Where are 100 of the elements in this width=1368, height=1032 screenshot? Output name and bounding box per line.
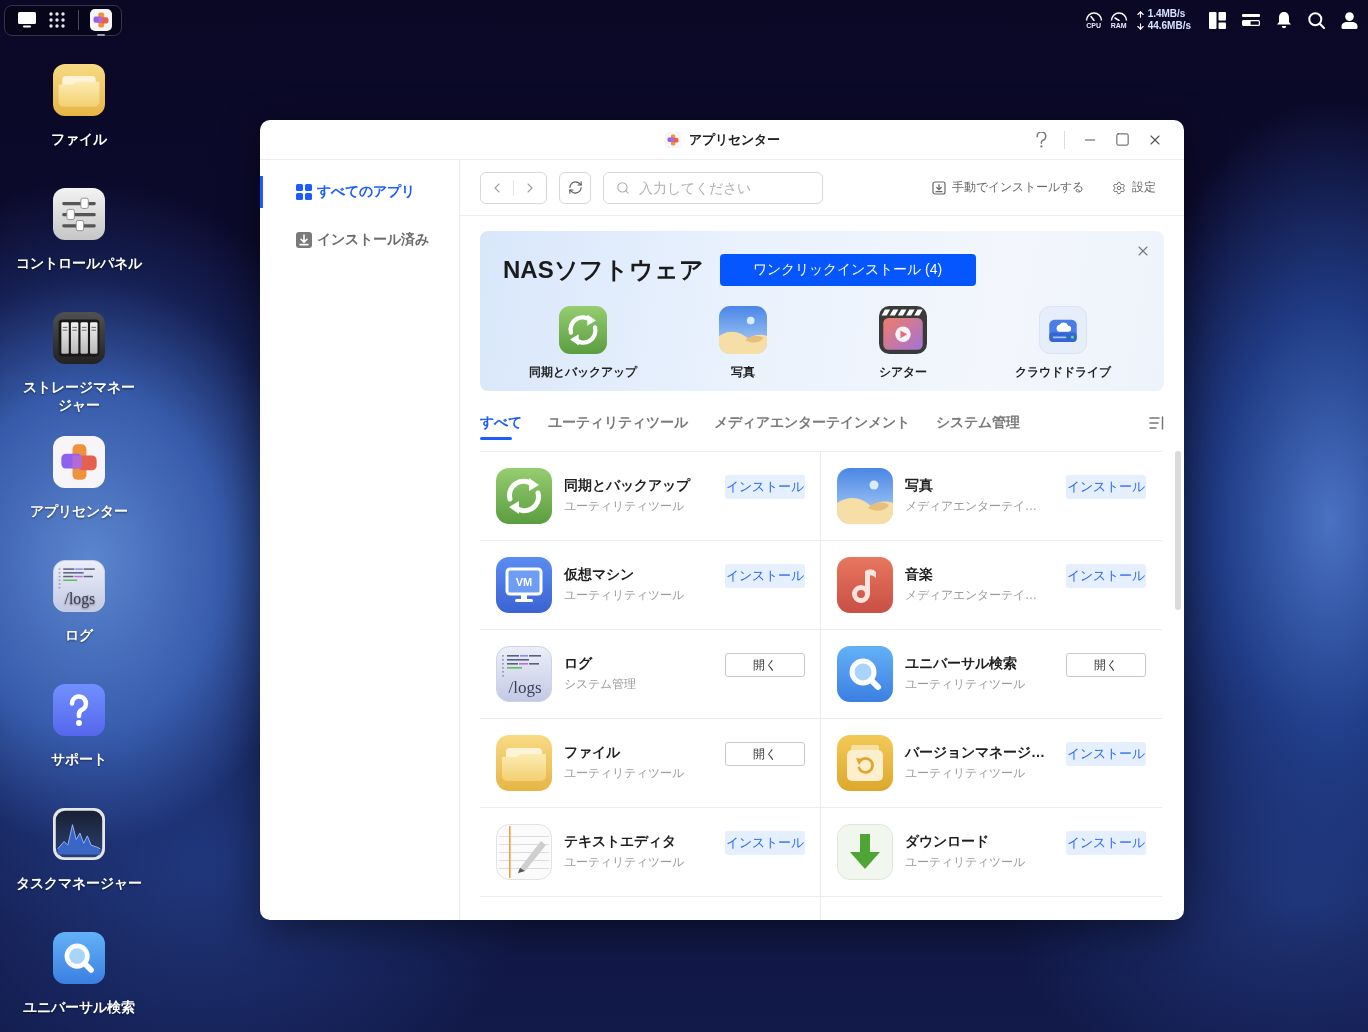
settings-button[interactable]: 設定 (1112, 179, 1156, 196)
drive-bays-icon (53, 312, 105, 364)
app-name: 同期とバックアップ (564, 476, 692, 495)
app-name: 仮想マシン (564, 565, 635, 584)
icon-text: VM (515, 576, 533, 588)
download-speed: 44.6MB/s (1147, 20, 1191, 32)
folder-icon (496, 735, 552, 791)
install-button[interactable]: インストール (1066, 475, 1146, 499)
app-category: ユーティリティツール (905, 765, 1026, 782)
upload-speed: 1.4MB/s (1147, 8, 1186, 20)
grid-icon (296, 184, 312, 200)
gauge-icon (1109, 10, 1128, 21)
sidebar-item[interactable]: すべてのアプリ (260, 176, 459, 208)
app-category: メディアエンターテイ… (905, 498, 1038, 515)
scrollbar[interactable] (1175, 451, 1181, 610)
app-category: ユーティリティツール (905, 676, 1026, 693)
desktop-shortcut[interactable]: /logs ログ (13, 560, 145, 644)
search-field[interactable]: 入力してください (603, 171, 823, 204)
category-tab[interactable]: ユーティリティツール (548, 391, 688, 440)
app-category: ユーティリティツール (564, 498, 685, 515)
activity-chart-icon (53, 808, 105, 860)
icon-text: /logs (64, 589, 96, 607)
featured-app[interactable]: 同期とバックアップ (503, 306, 663, 381)
widgets-icon[interactable] (1242, 13, 1260, 27)
settings-icon (1112, 180, 1126, 195)
user-icon[interactable] (1341, 11, 1358, 29)
download-tray-icon (296, 232, 312, 248)
color-blocks-icon[interactable] (90, 8, 112, 31)
clapperboard-icon (879, 306, 927, 354)
folder-icon (53, 64, 105, 116)
featured-app[interactable]: 写真 (663, 306, 823, 381)
search-icon[interactable] (1308, 11, 1325, 29)
notepad-pencil-icon (496, 824, 552, 880)
sidebar-item[interactable]: インストール済み (260, 224, 459, 256)
category-tab[interactable]: メディアエンターテインメント (714, 391, 910, 440)
install-button[interactable]: インストール (725, 831, 805, 855)
window-title: アプリセンター (688, 130, 780, 149)
featured-app[interactable]: シアター (823, 306, 983, 381)
color-blocks-icon (53, 436, 105, 488)
help-icon[interactable] (1036, 131, 1047, 148)
category-tab[interactable]: すべて (480, 391, 522, 440)
category-tab[interactable]: システム管理 (936, 391, 1020, 440)
open-button[interactable]: 開く (725, 742, 805, 766)
app-category: ユーティリティツール (564, 587, 685, 604)
sync-arrows-icon (496, 468, 552, 524)
desktop-shortcut[interactable]: ファイル (13, 64, 145, 148)
gauge-icon (1084, 10, 1103, 21)
desktop-shortcut[interactable]: ストレージマネージャー (13, 312, 145, 414)
desktop-shortcut[interactable]: サポート (13, 684, 145, 768)
open-button[interactable]: 開く (725, 653, 805, 677)
app-name: ファイル (564, 743, 621, 762)
desktop-shortcut[interactable]: アプリセンター (13, 436, 145, 520)
folder-restore-icon (837, 735, 893, 791)
app-name: ダウンロード (905, 832, 990, 851)
sliders-icon (53, 188, 105, 240)
app-name: ログ (564, 654, 594, 673)
install-button[interactable]: インストール (1066, 831, 1146, 855)
icon-text: /logs (508, 678, 542, 697)
install-button[interactable]: インストール (725, 564, 805, 588)
landscape-icon (837, 468, 893, 524)
refresh-button[interactable] (559, 171, 591, 204)
color-blocks-icon (664, 131, 681, 148)
magnifier-icon (837, 646, 893, 702)
open-button[interactable]: 開く (1066, 653, 1146, 677)
cloud-drive-icon (1039, 306, 1087, 354)
install-button[interactable]: インストール (1066, 564, 1146, 588)
featured-app[interactable]: クラウドドライブ (983, 306, 1143, 381)
download-arrow-icon (1135, 21, 1145, 31)
app-category: メディアエンターテイ… (905, 587, 1038, 604)
magnifier-icon (53, 932, 105, 984)
one-click-install-button[interactable]: ワンクリックインストール (4) (719, 254, 976, 286)
bell-icon[interactable] (1276, 11, 1292, 29)
maximize-icon[interactable] (1115, 132, 1130, 147)
install-button[interactable]: インストール (1066, 742, 1146, 766)
upload-arrow-icon (1135, 9, 1145, 19)
install-button[interactable]: インストール (725, 475, 805, 499)
search-icon (616, 180, 630, 195)
sync-arrows-icon (559, 306, 607, 354)
refresh-icon (567, 180, 583, 195)
app-name: 音楽 (905, 565, 934, 584)
desktop-shortcut[interactable]: コントロールパネル (13, 188, 145, 272)
app-category: ユーティリティツール (564, 854, 685, 871)
banner-title: NASソフトウェア (503, 255, 704, 285)
monitor-icon[interactable] (18, 12, 36, 28)
music-note-icon (837, 557, 893, 613)
manual-install-button[interactable]: 手動でインストールする (932, 179, 1084, 196)
landscape-icon (719, 306, 767, 354)
app-name: ユニバーサル検索 (905, 654, 1018, 673)
dots-grid-icon[interactable] (49, 12, 65, 28)
app-category: ユーティリティツール (905, 854, 1026, 871)
app-name: 写真 (905, 476, 934, 495)
app-name: テキストエディタ (564, 832, 677, 851)
question-mark-icon (53, 684, 105, 736)
app-name: バージョンマネージ… (905, 743, 1046, 762)
app-category: ユーティリティツール (564, 765, 685, 782)
desktop-shortcut[interactable]: タスクマネージャー (13, 808, 145, 892)
app-category: システム管理 (564, 676, 637, 693)
list-filter-icon[interactable] (1149, 416, 1164, 430)
desktop-shortcut[interactable]: ユニバーサル検索 (13, 932, 145, 1016)
layout-icon[interactable] (1209, 11, 1226, 29)
